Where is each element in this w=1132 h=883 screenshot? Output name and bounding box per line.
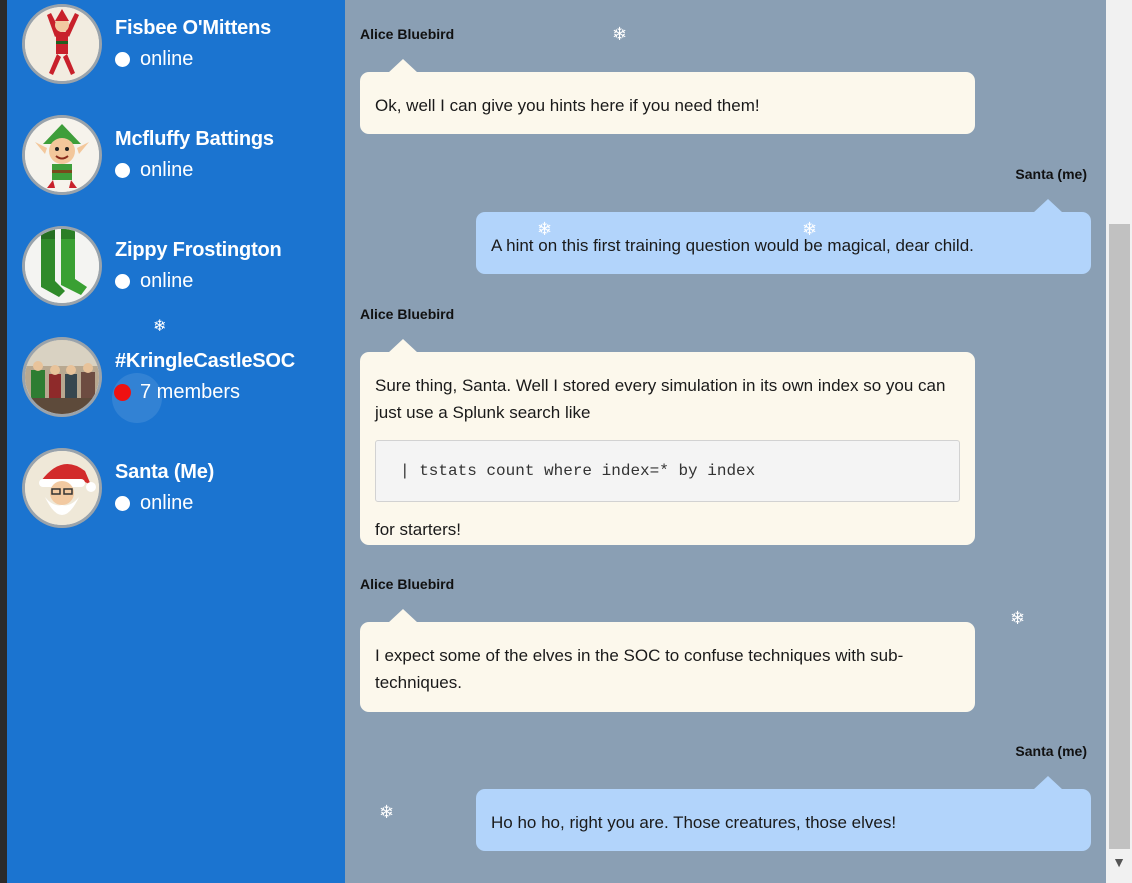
snowflake-icon: ❄ — [802, 219, 818, 239]
message-sender: Alice Bluebird — [360, 576, 455, 592]
message-bubble: I expect some of the elves in the SOC to… — [360, 609, 975, 712]
scroll-down-arrow-icon[interactable]: ▼ — [1106, 850, 1132, 874]
contact-status: online — [140, 48, 194, 70]
message-text: Sure thing, Santa. Well I stored every s… — [375, 376, 946, 422]
contact-name: Santa (Me) — [115, 461, 215, 483]
message-bubble: Ho ho ho, right you are. Those creatures… — [476, 776, 1091, 851]
message-text: I expect some of the elves in the SOC to… — [375, 646, 904, 692]
message-bubble: Sure thing, Santa. Well I stored every s… — [360, 339, 975, 545]
message-text: Ok, well I can give you hints here if yo… — [375, 96, 760, 115]
online-status-dot — [115, 274, 130, 289]
contact-mcfluffy[interactable]: Mcfluffy Battings online — [22, 115, 342, 197]
elf-avatar-icon — [22, 115, 102, 195]
contact-status: online — [140, 159, 194, 181]
message-sender: Santa (me) — [1015, 166, 1087, 182]
message-sender: Santa (me) — [1015, 743, 1087, 759]
online-status-dot — [115, 496, 130, 511]
snowflake-icon: ❄ — [153, 318, 167, 335]
message-text: A hint on this first training question w… — [491, 236, 974, 255]
message-text-after: for starters! — [375, 520, 461, 539]
contacts-sidebar: Fisbee O'Mittens online Mcfluffy Batting… — [7, 0, 345, 883]
contact-zippy[interactable]: Zippy Frostington online — [22, 226, 342, 308]
snowflake-icon: ❄ — [1010, 608, 1026, 628]
santa-avatar-icon — [22, 448, 102, 528]
contact-name: #KringleCastleSOC — [115, 350, 295, 372]
scrollbar-thumb[interactable] — [1109, 224, 1130, 849]
message-bubble: Ok, well I can give you hints here if yo… — [360, 59, 975, 134]
group-status-dot — [114, 384, 131, 401]
code-block: | tstats count where index=* by index — [375, 440, 960, 502]
chat-panel: Alice Bluebird Ok, well I can give you h… — [345, 0, 1106, 883]
contact-status: online — [140, 492, 194, 514]
snowflake-icon: ❄ — [379, 802, 395, 822]
snowflake-icon: ❄ — [537, 219, 553, 239]
contact-fisbee[interactable]: Fisbee O'Mittens online — [22, 4, 342, 86]
elf-boots-avatar-icon — [22, 226, 102, 306]
elf-avatar-icon — [22, 4, 102, 84]
contact-name: Fisbee O'Mittens — [115, 17, 272, 39]
message-sender: Alice Bluebird — [360, 306, 455, 322]
snowflake-icon: ❄ — [612, 24, 628, 44]
contact-name: Zippy Frostington — [115, 239, 282, 261]
message-sender: Alice Bluebird — [360, 26, 455, 42]
message-bubble: A hint on this first training question w… — [476, 199, 1091, 274]
group-photo-avatar-icon — [22, 337, 102, 417]
window-left-edge — [0, 0, 7, 883]
contact-kringlecastlesoc[interactable]: #KringleCastleSOC 7 members — [22, 337, 342, 423]
message-text: Ho ho ho, right you are. Those creatures… — [491, 813, 897, 832]
online-status-dot — [115, 52, 130, 67]
member-count: 7 members — [140, 381, 241, 403]
chat-scrollbar[interactable]: ▼ — [1106, 0, 1132, 883]
contact-status: online — [140, 270, 194, 292]
contact-name: Mcfluffy Battings — [115, 128, 274, 150]
online-status-dot — [115, 163, 130, 178]
contact-santa[interactable]: Santa (Me) online — [22, 448, 342, 530]
